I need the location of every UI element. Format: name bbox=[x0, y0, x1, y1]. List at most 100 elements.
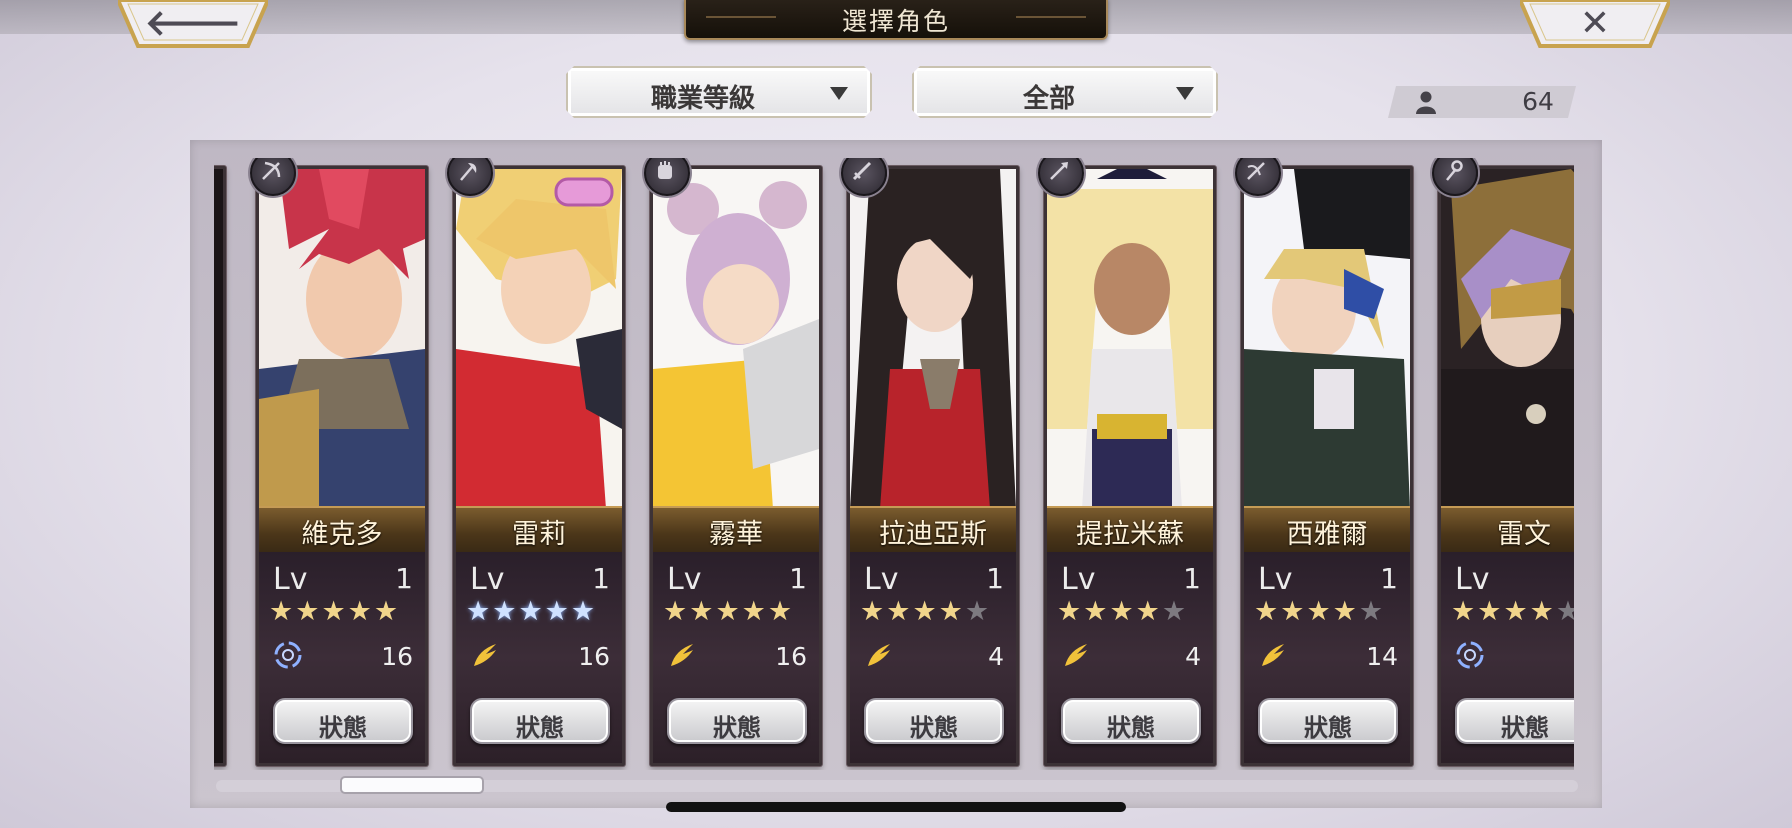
character-name: 拉迪亞斯 bbox=[879, 519, 987, 550]
axe-icon bbox=[460, 163, 477, 181]
rarity-stars: ★★★★★ bbox=[1451, 596, 1574, 627]
character-info: Lv 1 ★★★★★ 16 狀態 bbox=[456, 552, 622, 763]
star-icon: ★ bbox=[767, 596, 795, 627]
character-nameplate: 雷文 bbox=[1441, 506, 1574, 554]
status-button-label: 狀態 bbox=[516, 714, 564, 742]
status-button-label: 狀態 bbox=[1304, 714, 1352, 742]
character-nameplate: 西雅爾 bbox=[1244, 506, 1410, 554]
character-card[interactable]: 西雅爾 Lv 1 ★★★★★ 14 狀態 bbox=[1235, 158, 1413, 766]
back-button[interactable]: 🡐 bbox=[118, 0, 268, 50]
element-value: 14 bbox=[1366, 642, 1398, 671]
character-card-partial[interactable] bbox=[214, 166, 226, 766]
level-label: Lv bbox=[864, 562, 899, 597]
title-plate: 選擇角色 bbox=[684, 0, 1108, 40]
rarity-stars: ★★★★★ bbox=[466, 596, 597, 627]
star-icon: ★ bbox=[912, 596, 939, 627]
star-icon: ★ bbox=[860, 596, 887, 627]
page-title: 選擇角色 bbox=[841, 7, 950, 36]
character-count-plate: 64 bbox=[1388, 86, 1576, 118]
star-icon: ★ bbox=[689, 596, 716, 627]
star-icon: ★ bbox=[1161, 596, 1189, 627]
star-icon: ★ bbox=[321, 596, 348, 627]
wind-element-icon bbox=[274, 641, 302, 669]
star-icon: ★ bbox=[1358, 596, 1386, 627]
character-nameplate: 雷莉 bbox=[456, 506, 622, 554]
star-icon: ★ bbox=[715, 596, 742, 627]
element-filter-dropdown[interactable]: 全部 bbox=[912, 66, 1218, 118]
character-card[interactable]: 雷文 Lv ★★★★★ 狀態 bbox=[1432, 158, 1574, 766]
star-icon: ★ bbox=[886, 596, 913, 627]
character-name: 提拉米蘇 bbox=[1076, 519, 1184, 550]
character-nameplate: 提拉米蘇 bbox=[1047, 506, 1213, 554]
character-name: 西雅爾 bbox=[1286, 519, 1368, 550]
character-portrait bbox=[1047, 169, 1213, 509]
rarity-stars: ★★★★★ bbox=[1057, 596, 1188, 627]
status-button-label: 狀態 bbox=[910, 714, 958, 742]
character-info: Lv 1 ★★★★★ 16 狀態 bbox=[653, 552, 819, 763]
status-button-label: 狀態 bbox=[319, 714, 367, 742]
status-button[interactable]: 狀態 bbox=[1258, 698, 1398, 744]
light-element-icon bbox=[671, 644, 693, 666]
element-value: 16 bbox=[578, 642, 610, 671]
character-nameplate: 維克多 bbox=[259, 506, 425, 554]
star-icon: ★ bbox=[1083, 596, 1110, 627]
character-card[interactable]: 霧華 Lv 1 ★★★★★ 16 狀態 bbox=[644, 158, 822, 766]
character-card[interactable]: 維克多 Lv 1 ★★★★★ 16 狀態 bbox=[250, 158, 428, 766]
status-button[interactable]: 狀態 bbox=[1455, 698, 1574, 744]
star-icon: ★ bbox=[269, 596, 296, 627]
star-icon: ★ bbox=[492, 596, 519, 627]
chevron-down-icon bbox=[1176, 87, 1194, 100]
status-button-label: 狀態 bbox=[713, 714, 761, 742]
light-element-icon bbox=[474, 644, 496, 666]
star-icon: ★ bbox=[1109, 596, 1136, 627]
star-icon: ★ bbox=[1332, 596, 1359, 627]
light-element-icon bbox=[1065, 644, 1087, 666]
character-name: 雷莉 bbox=[512, 519, 566, 550]
level-value: 1 bbox=[789, 562, 807, 595]
card-frame bbox=[214, 166, 226, 766]
status-button[interactable]: 狀態 bbox=[1061, 698, 1201, 744]
character-nameplate: 拉迪亞斯 bbox=[850, 506, 1016, 554]
home-indicator[interactable] bbox=[666, 802, 1126, 812]
star-icon: ★ bbox=[1254, 596, 1281, 627]
rarity-stars: ★★★★★ bbox=[860, 596, 991, 627]
star-icon: ★ bbox=[1529, 596, 1556, 627]
status-button[interactable]: 狀態 bbox=[273, 698, 413, 744]
scrollbar-thumb[interactable] bbox=[340, 776, 484, 794]
level-value: 1 bbox=[395, 562, 413, 595]
character-count: 64 bbox=[1522, 87, 1555, 116]
level-label: Lv bbox=[470, 562, 505, 597]
star-icon: ★ bbox=[663, 596, 690, 627]
crossbow-icon bbox=[1247, 162, 1265, 180]
light-element-icon bbox=[868, 644, 890, 666]
status-button-label: 狀態 bbox=[1107, 714, 1155, 742]
character-name: 維克多 bbox=[301, 519, 383, 550]
status-button[interactable]: 狀態 bbox=[864, 698, 1004, 744]
arrow-left-icon: 🡐 bbox=[144, 3, 242, 44]
star-icon: ★ bbox=[1451, 596, 1478, 627]
character-info: Lv 1 ★★★★★ 4 狀態 bbox=[1047, 552, 1213, 763]
status-button[interactable]: 狀態 bbox=[667, 698, 807, 744]
character-nameplate: 霧華 bbox=[653, 506, 819, 554]
level-value: 1 bbox=[592, 562, 610, 595]
star-icon: ★ bbox=[938, 596, 965, 627]
character-list[interactable]: 維克多 Lv 1 ★★★★★ 16 狀態 雷莉 Lv 1 ★★★★★ 16 狀態… bbox=[214, 158, 1574, 770]
class-level-dropdown[interactable]: 職業等級 bbox=[566, 66, 872, 118]
character-info: Lv 1 ★★★★★ 14 狀態 bbox=[1244, 552, 1410, 763]
character-card[interactable]: 雷莉 Lv 1 ★★★★★ 16 狀態 bbox=[447, 158, 625, 766]
character-info: Lv 1 ★★★★★ 16 狀態 bbox=[259, 552, 425, 763]
character-card[interactable]: 提拉米蘇 Lv 1 ★★★★★ 4 狀態 bbox=[1038, 158, 1216, 766]
bow-icon bbox=[262, 161, 281, 180]
staff-icon bbox=[1446, 160, 1463, 181]
character-portrait bbox=[1441, 169, 1574, 509]
level-value: 1 bbox=[1380, 562, 1398, 595]
sword-icon bbox=[852, 161, 872, 181]
character-card[interactable]: 拉迪亞斯 Lv 1 ★★★★★ 4 狀態 bbox=[841, 158, 1019, 766]
level-label: Lv bbox=[1258, 562, 1293, 597]
status-button[interactable]: 狀態 bbox=[470, 698, 610, 744]
close-button[interactable]: ✕ bbox=[1520, 0, 1670, 50]
star-icon: ★ bbox=[347, 596, 374, 627]
chevron-down-icon bbox=[830, 87, 848, 100]
star-icon: ★ bbox=[1555, 596, 1574, 627]
character-portrait bbox=[1244, 169, 1410, 509]
